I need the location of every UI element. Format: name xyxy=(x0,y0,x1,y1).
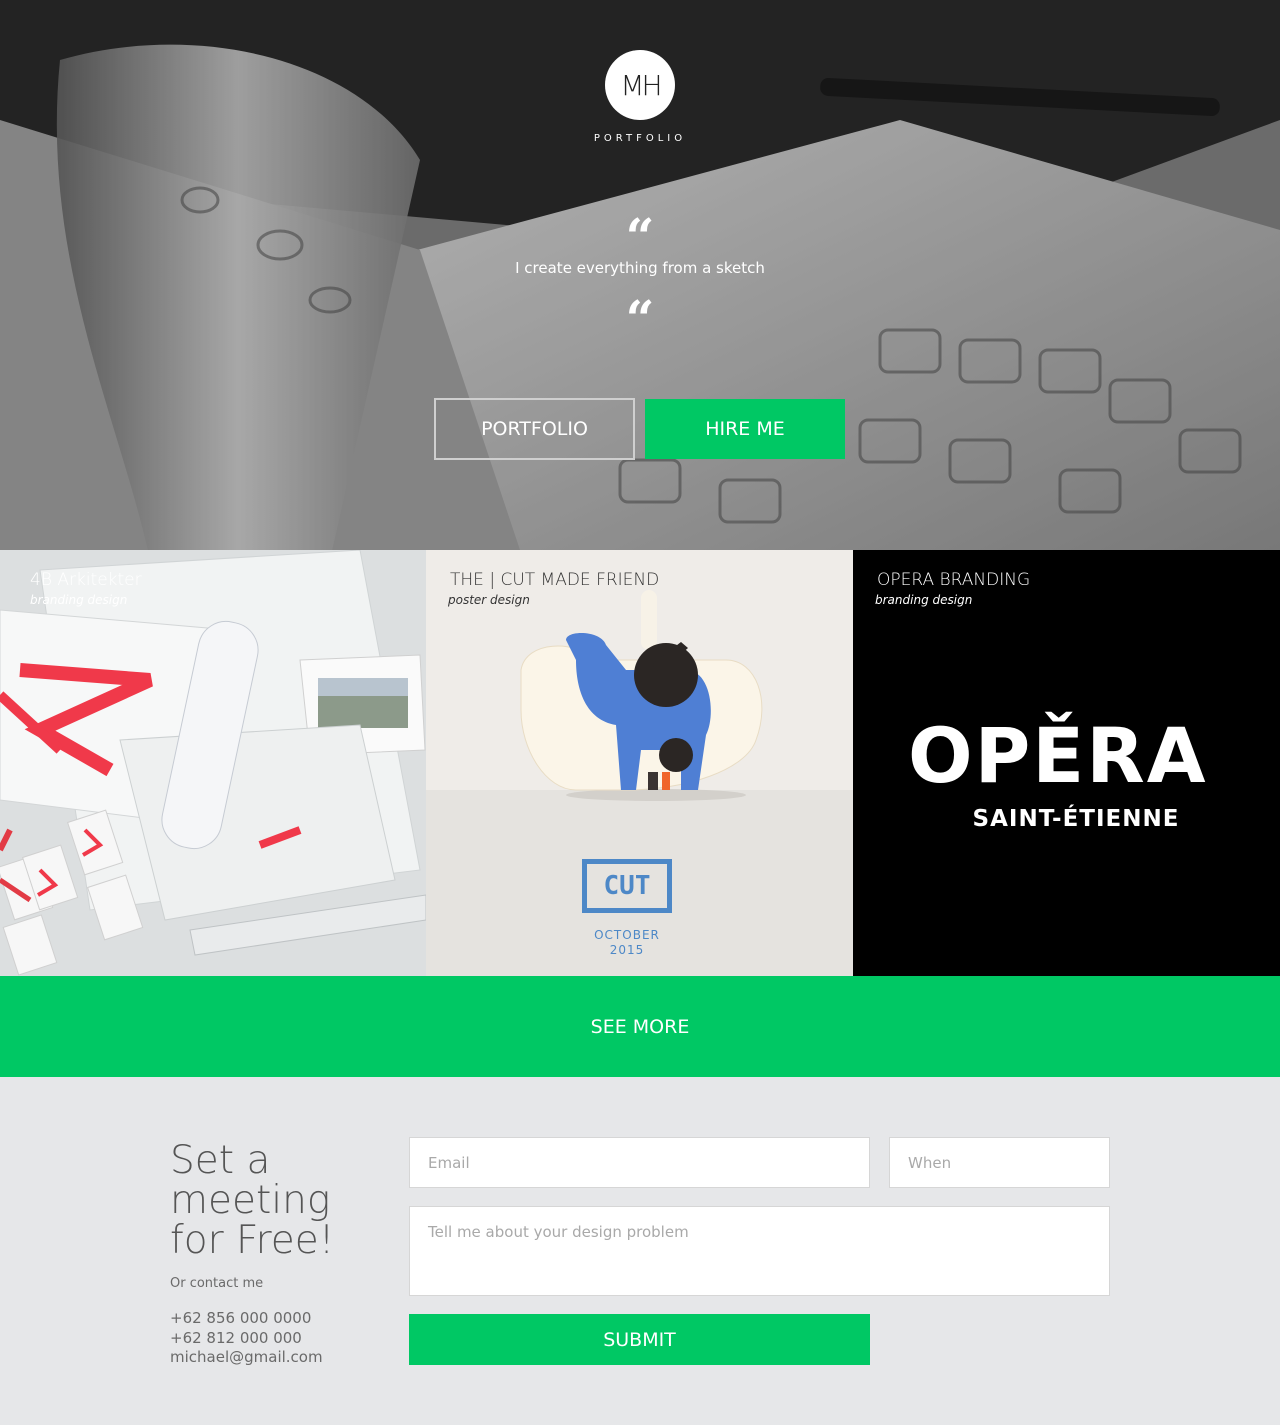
contact-email[interactable]: michael@gmail.com xyxy=(170,1348,323,1368)
opera-logo-subtitle: SAINT-ÉTIENNE xyxy=(972,806,1180,832)
portfolio-item-category: branding design xyxy=(30,593,128,607)
meeting-heading: Set a meeting for Free! xyxy=(170,1141,390,1261)
email-input[interactable] xyxy=(409,1137,870,1188)
logo-label: PORTFOLIO xyxy=(593,133,687,144)
portfolio-item-cut-made-friend[interactable]: CUT OCTOBER 2015 THE | CUT MADE FRIEND p… xyxy=(426,550,853,976)
quote-close-icon: “ xyxy=(625,289,655,348)
hero-section: MH PORTFOLIO “ I create everything from … xyxy=(0,0,1280,550)
cut-poster-month: OCTOBER xyxy=(594,928,660,942)
opera-logo-word: OPĚRA xyxy=(908,711,1208,800)
portfolio-button[interactable]: PORTFOLIO xyxy=(434,398,635,460)
portfolio-item-category: poster design xyxy=(448,593,530,607)
portfolio-grid: 4B Arkitekter branding design CUT OCTOBE… xyxy=(0,550,1280,976)
portfolio-item-title: THE | CUT MADE FRIEND xyxy=(450,570,660,590)
logo-mark[interactable]: MH xyxy=(605,50,675,120)
hero-tagline: I create everything from a sketch xyxy=(515,259,765,277)
when-input[interactable] xyxy=(889,1137,1110,1188)
portfolio-item-category: branding design xyxy=(875,593,973,607)
portfolio-item-opera-branding[interactable]: OPĚRA SAINT-ÉTIENNE OPERA BRANDING brand… xyxy=(853,550,1280,976)
contact-phone-2: +62 812 000 000 xyxy=(170,1328,302,1347)
cut-logo: CUT xyxy=(582,859,672,913)
portfolio-item-title: 4B Arkitekter xyxy=(30,570,142,590)
contact-label: Or contact me xyxy=(170,1276,264,1291)
hire-me-button[interactable]: HIRE ME xyxy=(645,399,845,459)
message-textarea[interactable] xyxy=(409,1206,1110,1296)
contact-phone-1: +62 856 000 0000 xyxy=(170,1309,312,1327)
quote-open-icon: “ xyxy=(625,207,655,266)
contact-details: +62 856 000 0000 +62 812 000 000 michael… xyxy=(170,1309,323,1368)
cut-poster-date: OCTOBER 2015 xyxy=(557,928,697,958)
meeting-heading-line: meeting xyxy=(170,1178,331,1223)
cut-poster-year: 2015 xyxy=(609,943,645,957)
see-more-button[interactable]: SEE MORE xyxy=(0,976,1280,1077)
meeting-heading-line: Set a xyxy=(170,1138,271,1183)
meeting-heading-line: for Free! xyxy=(170,1218,335,1263)
submit-button[interactable]: SUBMIT xyxy=(409,1314,870,1365)
portfolio-item-4b-arkitekter[interactable]: 4B Arkitekter branding design xyxy=(0,550,426,976)
4b-arkitekter-stationery-image xyxy=(0,550,426,976)
portfolio-item-title: OPERA BRANDING xyxy=(877,570,1031,590)
contact-section: Set a meeting for Free! Or contact me +6… xyxy=(0,1077,1280,1425)
